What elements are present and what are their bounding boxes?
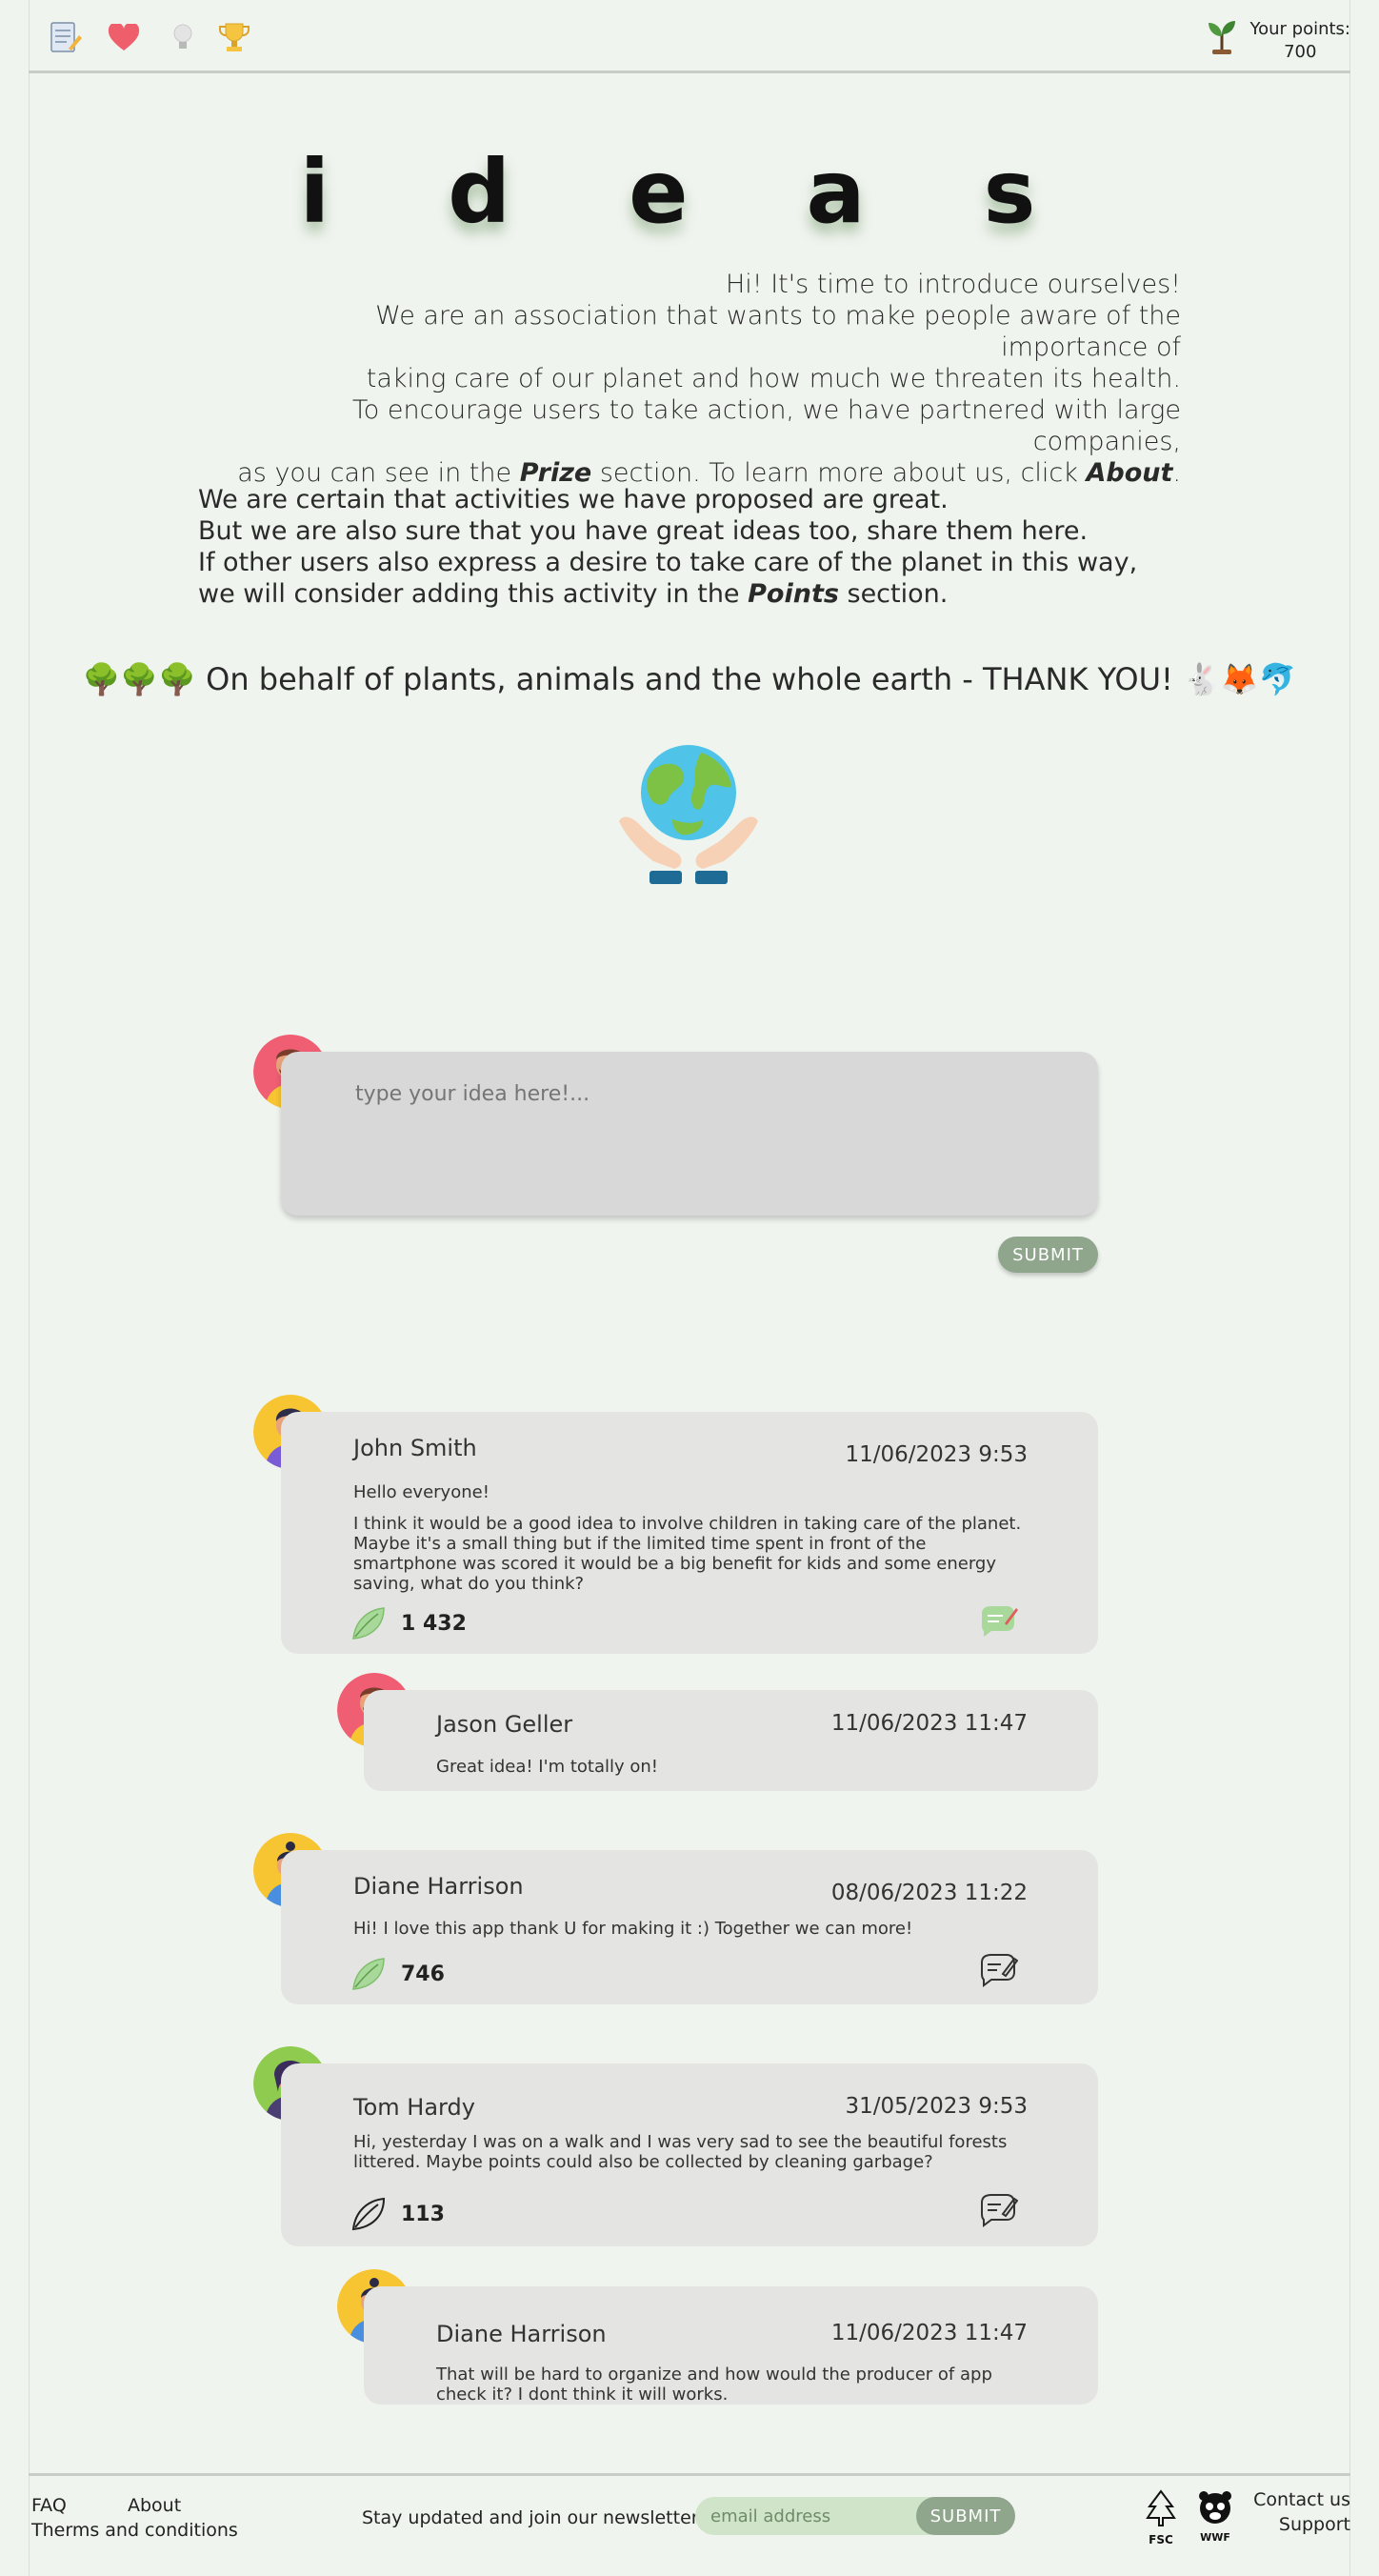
leaf-like-icon-filled[interactable] (350, 1955, 388, 1993)
ideas-description: We are certain that activities we have p… (198, 484, 1246, 610)
like-count: 1 432 (401, 1611, 467, 1636)
wwf-logo: WWF (1194, 2489, 1236, 2544)
idea-input[interactable] (353, 1080, 1029, 1191)
like-count: 113 (401, 2202, 445, 2226)
intro-text: Hi! It's time to introduce ourselves! We… (229, 269, 1181, 489)
idea-post-card: Diane Harrison 08/06/2023 11:22 Hi! I lo… (281, 1850, 1098, 2004)
post-date: 08/06/2023 11:22 (830, 1881, 1028, 1905)
author-name: Jason Geller (436, 1711, 573, 1738)
post-body: Great idea! I'm totally on! (436, 1757, 658, 1777)
description-line: we will consider adding this activity in… (198, 578, 1246, 610)
description-text-part: we will consider adding this activity in… (198, 579, 749, 609)
post-body: Hello everyone! I think it would be a go… (353, 1482, 1026, 1594)
likes-group: 113 (350, 2195, 445, 2233)
like-count: 746 (401, 1962, 445, 1986)
points-link[interactable]: Points (748, 579, 839, 609)
about-footer-link[interactable]: About (128, 2495, 181, 2516)
support-link[interactable]: Support (1279, 2514, 1350, 2535)
idea-post-card: Tom Hardy 31/05/2023 9:53 Hi, yesterday … (281, 2063, 1098, 2246)
sprout-icon (1205, 17, 1239, 64)
likes-group: 746 (350, 1955, 445, 1993)
reply-card: Jason Geller 11/06/2023 11:47 Great idea… (364, 1690, 1098, 1791)
notes-icon[interactable] (48, 21, 82, 55)
post-date: 31/05/2023 9:53 (845, 2094, 1028, 2119)
thank-you-banner: 🌳🌳🌳 On behalf of plants, animals and the… (0, 661, 1379, 697)
fsc-logo: FSC (1137, 2487, 1185, 2546)
newsletter-submit-button[interactable]: SUBMIT (916, 2497, 1015, 2535)
description-text-part: section. (838, 579, 949, 609)
author-name: Diane Harrison (353, 1873, 524, 1900)
thank-you-text: On behalf of plants, animals and the who… (206, 661, 1173, 697)
author-name: John Smith (353, 1435, 477, 1461)
post-body: Hi! I love this app thank U for making i… (353, 1919, 913, 1939)
post-body-line: I think it would be a good idea to invol… (353, 1514, 1022, 1594)
footer: FAQ About Therms and conditions Stay upd… (29, 2473, 1350, 2569)
points-value: 700 (1284, 41, 1317, 62)
likes-group: 1 432 (350, 1604, 467, 1642)
post-body: That will be hard to organize and how wo… (436, 2365, 992, 2405)
heart-icon[interactable] (107, 21, 141, 55)
author-name: Tom Hardy (353, 2094, 475, 2121)
points-widget: Your points: 700 (1205, 17, 1351, 64)
page-title: i d e a s (299, 141, 1080, 243)
idea-post-card: John Smith 11/06/2023 9:53 Hello everyon… (281, 1412, 1098, 1654)
trophy-icon[interactable] (217, 21, 251, 55)
reply-icon[interactable] (978, 2191, 1019, 2237)
leaf-like-icon-filled[interactable] (350, 1604, 388, 1642)
description-line: But we are also sure that you have great… (198, 516, 1089, 546)
wwf-logo-text: WWF (1200, 2531, 1230, 2544)
post-body-line: Hello everyone! (353, 1482, 490, 1502)
intro-line: To encourage users to take action, we ha… (351, 395, 1181, 456)
leaf-like-icon-outline[interactable] (350, 2195, 388, 2233)
description-line: We are certain that activities we have p… (198, 485, 949, 514)
top-bar: Your points: 700 (29, 0, 1350, 73)
trees-icon: 🌳🌳🌳 (82, 661, 196, 697)
lightbulb-icon[interactable] (166, 21, 200, 55)
terms-link[interactable]: Therms and conditions (31, 2520, 238, 2541)
post-date: 11/06/2023 11:47 (830, 2321, 1028, 2345)
earth-in-hands-icon (615, 743, 762, 896)
animals-icon: 🐇🦊🐬 (1183, 661, 1297, 697)
idea-input-box[interactable] (281, 1052, 1098, 1216)
fsc-logo-text: FSC (1149, 2533, 1173, 2546)
newsletter-label: Stay updated and join our newsletter: (362, 2507, 705, 2528)
submit-idea-button[interactable]: SUBMIT (998, 1237, 1098, 1273)
intro-line: taking care of our planet and how much w… (366, 364, 1181, 393)
post-date: 11/06/2023 9:53 (845, 1442, 1028, 1467)
contact-link[interactable]: Contact us (1253, 2489, 1350, 2510)
description-line: If other users also express a desire to … (198, 548, 1138, 577)
points-label: Your points: (1249, 18, 1351, 39)
reply-icon[interactable] (978, 1951, 1019, 1997)
post-body: Hi, yesterday I was on a walk and I was … (353, 2132, 1008, 2172)
author-name: Diane Harrison (436, 2321, 607, 2347)
intro-line: We are an association that wants to make… (375, 301, 1181, 362)
reply-icon-active[interactable] (978, 1602, 1018, 1648)
faq-link[interactable]: FAQ (31, 2495, 67, 2516)
reply-card: Diane Harrison 11/06/2023 11:47 That wil… (364, 2286, 1098, 2405)
intro-line: Hi! It's time to introduce ourselves! (725, 270, 1181, 299)
post-date: 11/06/2023 11:47 (830, 1711, 1028, 1736)
